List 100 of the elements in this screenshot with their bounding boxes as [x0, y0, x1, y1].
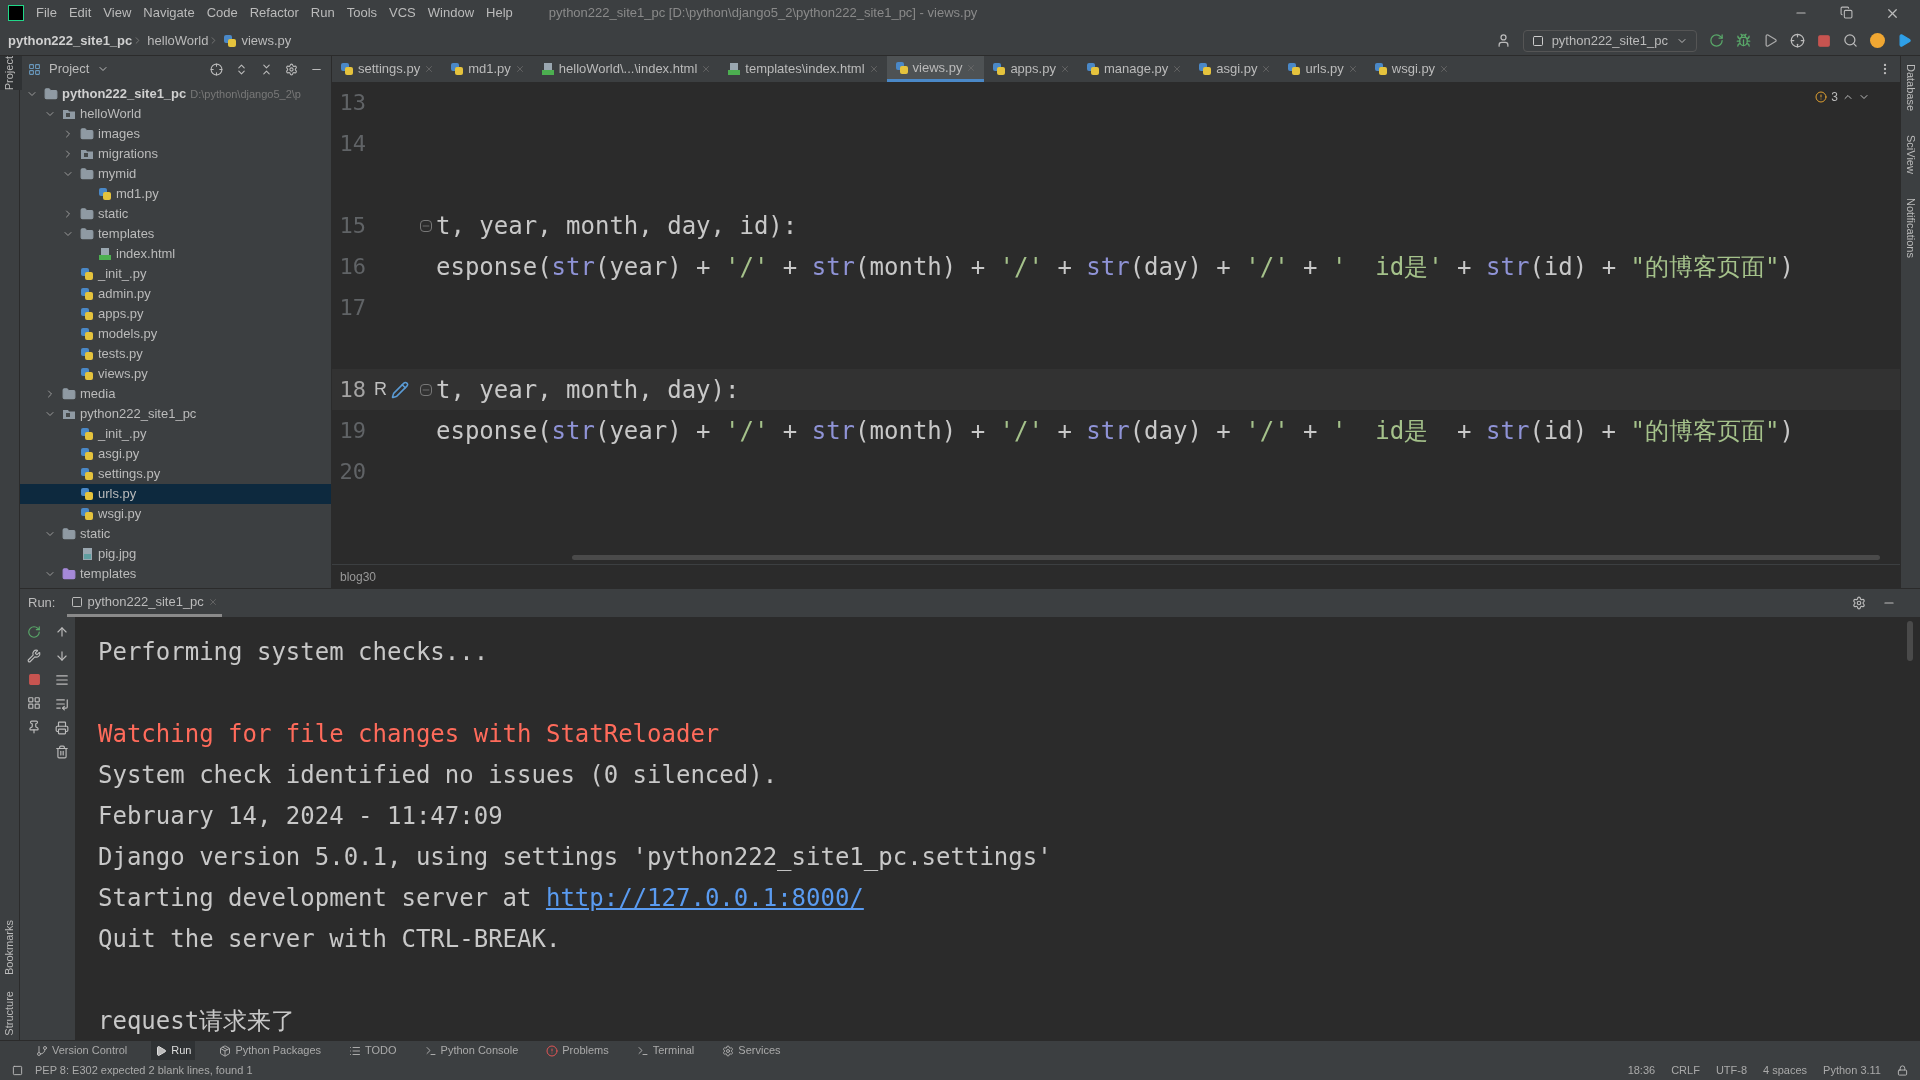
- editor-tab[interactable]: wsgi.py: [1365, 56, 1458, 82]
- panel-title[interactable]: Project: [49, 59, 90, 79]
- restore-icon[interactable]: [1840, 5, 1853, 19]
- locate-icon[interactable]: [210, 62, 223, 76]
- editor-tab[interactable]: apps.py: [984, 56, 1078, 82]
- debug-icon[interactable]: [1736, 33, 1751, 48]
- menu-item[interactable]: Refactor: [249, 3, 299, 23]
- editor-tab[interactable]: views.py: [886, 56, 985, 82]
- close-tab-icon[interactable]: [514, 64, 525, 74]
- tree-item[interactable]: helloWorld: [20, 104, 331, 124]
- settings-icon[interactable]: [285, 62, 298, 76]
- tree-item[interactable]: urls.py: [20, 484, 331, 504]
- tool-window-tab[interactable]: Services: [718, 1041, 785, 1060]
- tree-item[interactable]: media: [20, 384, 331, 404]
- tree-item[interactable]: _init_.py: [20, 264, 331, 284]
- horizontal-scrollbar[interactable]: [572, 555, 1880, 560]
- menu-item[interactable]: VCS: [389, 3, 416, 23]
- print-icon[interactable]: [54, 721, 69, 735]
- warning-icon[interactable]: [1815, 91, 1828, 103]
- code-breadcrumb[interactable]: blog30: [340, 567, 377, 586]
- tree-item[interactable]: settings.py: [20, 464, 331, 484]
- editor-tab[interactable]: manage.py: [1077, 56, 1191, 82]
- menu-item[interactable]: Navigate: [143, 3, 195, 23]
- tree-item[interactable]: static: [20, 204, 331, 224]
- expand-all-icon[interactable]: [235, 62, 248, 76]
- editor-tab[interactable]: settings.py: [332, 56, 443, 82]
- tool-window-tab[interactable]: Terminal: [632, 1041, 699, 1060]
- search-icon[interactable]: [1843, 33, 1858, 48]
- breadcrumb-item[interactable]: views.py: [241, 30, 292, 51]
- editor-tab[interactable]: md1.py: [442, 56, 533, 82]
- status-item[interactable]: 18:36: [1627, 1061, 1656, 1079]
- trash-icon[interactable]: [54, 745, 69, 759]
- menu-item[interactable]: File: [36, 3, 57, 23]
- panel-toggle-icon[interactable]: [12, 1064, 23, 1076]
- wrap-icon[interactable]: [54, 673, 69, 687]
- tool-window-button[interactable]: Notifications: [1902, 198, 1919, 258]
- close-tab-icon[interactable]: [424, 64, 435, 74]
- tree-item[interactable]: mymid: [20, 164, 331, 184]
- status-item[interactable]: Python 3.11: [1823, 1061, 1881, 1079]
- rerun-icon[interactable]: [27, 625, 41, 639]
- status-item[interactable]: 4 spaces: [1763, 1061, 1808, 1079]
- close-tab-icon[interactable]: [1439, 64, 1450, 74]
- menu-item[interactable]: Window: [427, 3, 475, 23]
- menu-item[interactable]: Tools: [346, 3, 378, 23]
- tool-window-tab[interactable]: Run: [151, 1041, 196, 1060]
- menu-item[interactable]: View: [103, 3, 132, 23]
- down-icon[interactable]: [54, 649, 69, 663]
- server-link[interactable]: http://127.0.0.1:8000/: [545, 879, 864, 916]
- close-tab-icon[interactable]: [1059, 64, 1070, 74]
- status-item[interactable]: UTF-8: [1715, 1061, 1748, 1079]
- lock-icon[interactable]: [1897, 1064, 1908, 1076]
- tool-window-button[interactable]: Project: [0, 56, 22, 91]
- close-tab-icon[interactable]: [1172, 64, 1183, 74]
- tree-item[interactable]: templates: [20, 224, 331, 244]
- tree-item[interactable]: _init_.py: [20, 424, 331, 444]
- tree-item[interactable]: apps.py: [20, 304, 331, 324]
- console-scrollbar[interactable]: [1907, 621, 1913, 661]
- tree-item[interactable]: models.py: [20, 324, 331, 344]
- fold-icon[interactable]: [420, 219, 432, 232]
- tool-window-tab[interactable]: Problems: [542, 1041, 613, 1060]
- tree-item[interactable]: md1.py: [20, 184, 331, 204]
- tree-item[interactable]: asgi.py: [20, 444, 331, 464]
- tree-item[interactable]: wsgi.py: [20, 504, 331, 524]
- menu-item[interactable]: Help: [486, 3, 513, 23]
- close-tab-icon[interactable]: [868, 64, 879, 74]
- tree-item[interactable]: views.py: [20, 364, 331, 384]
- status-item[interactable]: CRLF: [1671, 1061, 1700, 1079]
- layout-icon[interactable]: [27, 696, 41, 710]
- close-tab-icon[interactable]: [1261, 64, 1272, 74]
- close-tab-icon[interactable]: [1347, 64, 1358, 74]
- menu-item[interactable]: Edit: [68, 3, 92, 23]
- tool-window-tab[interactable]: Python Console: [420, 1041, 523, 1060]
- run-configuration-dropdown[interactable]: python222_site1_pc: [1522, 29, 1697, 52]
- stop-icon[interactable]: [1817, 33, 1831, 48]
- user-icon[interactable]: [1495, 33, 1511, 48]
- stop-icon[interactable]: [27, 673, 41, 686]
- collapse-all-icon[interactable]: [260, 62, 273, 76]
- close-tab-icon[interactable]: [701, 64, 712, 74]
- up-icon[interactable]: [54, 625, 69, 639]
- editor-tab[interactable]: asgi.py: [1190, 56, 1280, 82]
- tree-item[interactable]: templates: [20, 564, 331, 584]
- tool-window-button[interactable]: SciView: [1902, 135, 1919, 175]
- tool-window-tab[interactable]: Version Control: [32, 1041, 132, 1060]
- tree-item[interactable]: admin.py: [20, 284, 331, 304]
- editor-tab[interactable]: urls.py: [1279, 56, 1366, 82]
- tree-item[interactable]: images: [20, 124, 331, 144]
- tree-item[interactable]: tests.py: [20, 344, 331, 364]
- settings-icon[interactable]: [1852, 596, 1866, 610]
- breadcrumb-item[interactable]: helloWorld: [147, 30, 209, 51]
- tree-item[interactable]: index.html: [20, 244, 331, 264]
- tree-item[interactable]: static: [20, 524, 331, 544]
- menu-item[interactable]: Run: [310, 3, 335, 23]
- tool-window-tab[interactable]: TODO: [345, 1041, 401, 1060]
- rerun-icon[interactable]: [1709, 33, 1724, 48]
- tool-window-tab[interactable]: Python Packages: [215, 1041, 326, 1060]
- scroll-end-icon[interactable]: [54, 697, 69, 711]
- pencil-icon[interactable]: [391, 380, 409, 399]
- menu-item[interactable]: Code: [206, 3, 238, 23]
- fold-icon[interactable]: [420, 383, 432, 396]
- wrench-icon[interactable]: [27, 649, 41, 663]
